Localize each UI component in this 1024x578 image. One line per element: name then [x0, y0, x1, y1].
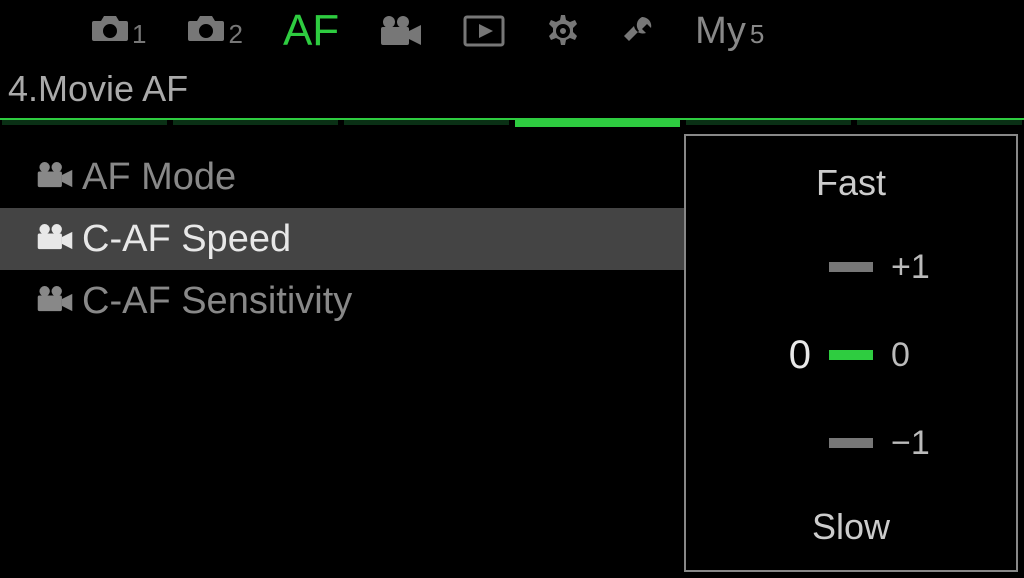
subtab-segment[interactable]	[857, 120, 1022, 125]
section-title: 4.Movie AF	[0, 62, 1024, 120]
value-slider-panel[interactable]: Fast +1 0 0 −1 Slow	[684, 134, 1018, 572]
slider-tick	[829, 262, 873, 272]
playback-icon	[463, 15, 505, 47]
slider-tick	[829, 350, 873, 360]
tab-settings[interactable]	[545, 13, 581, 49]
tab-my-label: My	[695, 10, 746, 53]
top-tab-bar: 1 2 AF My 5	[0, 0, 1024, 62]
tab-af[interactable]: AF	[283, 6, 339, 56]
menu-item-caf-sensitivity[interactable]: C-AF Sensitivity	[0, 270, 684, 332]
slider-tick-label: −1	[891, 424, 955, 463]
menu-list: AF Mode C-AF Speed C-AF Sensitivity	[0, 128, 684, 578]
slider-tick-row: 0 0	[686, 330, 1016, 380]
menu-item-af-mode[interactable]: AF Mode	[0, 146, 684, 208]
subtab-strip	[0, 118, 1024, 128]
slider-current-value: 0	[747, 333, 811, 378]
movie-camera-icon	[36, 218, 74, 261]
wrench-icon	[621, 14, 655, 48]
menu-item-caf-speed[interactable]: C-AF Speed	[0, 208, 684, 270]
camera-icon	[90, 13, 130, 43]
slider-top-label: Fast	[816, 162, 886, 204]
movie-camera-icon	[36, 280, 74, 323]
gear-icon	[545, 13, 581, 49]
slider-tick-label: +1	[891, 248, 955, 287]
subtab-segment[interactable]	[686, 120, 851, 125]
movie-camera-icon	[36, 156, 74, 199]
slider-tick-label: 0	[891, 336, 955, 375]
tab-af-label: AF	[283, 6, 339, 56]
slider-tick-row: +1	[686, 242, 1016, 292]
subtab-segment[interactable]	[173, 120, 338, 125]
slider-tick	[829, 438, 873, 448]
tab-camera-2[interactable]: 2	[186, 13, 242, 50]
tab-camera-1[interactable]: 1	[90, 13, 146, 50]
menu-item-label: C-AF Speed	[82, 218, 291, 261]
tab-tools[interactable]	[621, 14, 655, 48]
tab-movie[interactable]	[379, 15, 423, 47]
camera-icon	[186, 13, 226, 43]
slider-tick-row: −1	[686, 418, 1016, 468]
subtab-segment[interactable]	[515, 118, 680, 127]
subtab-segment[interactable]	[344, 120, 509, 125]
tab-my-sup: 5	[750, 19, 764, 50]
menu-item-label: AF Mode	[82, 156, 236, 199]
subtab-segment[interactable]	[2, 120, 167, 125]
tab-camera-1-sub: 1	[132, 19, 146, 50]
main-area: AF Mode C-AF Speed C-AF Sensitivity Fast…	[0, 128, 1024, 578]
slider-bottom-label: Slow	[812, 506, 890, 548]
tab-camera-2-sub: 2	[228, 19, 242, 50]
menu-item-label: C-AF Sensitivity	[82, 280, 352, 323]
tab-my[interactable]: My 5	[695, 10, 764, 53]
tab-playback[interactable]	[463, 15, 505, 47]
movie-camera-icon	[379, 15, 423, 47]
